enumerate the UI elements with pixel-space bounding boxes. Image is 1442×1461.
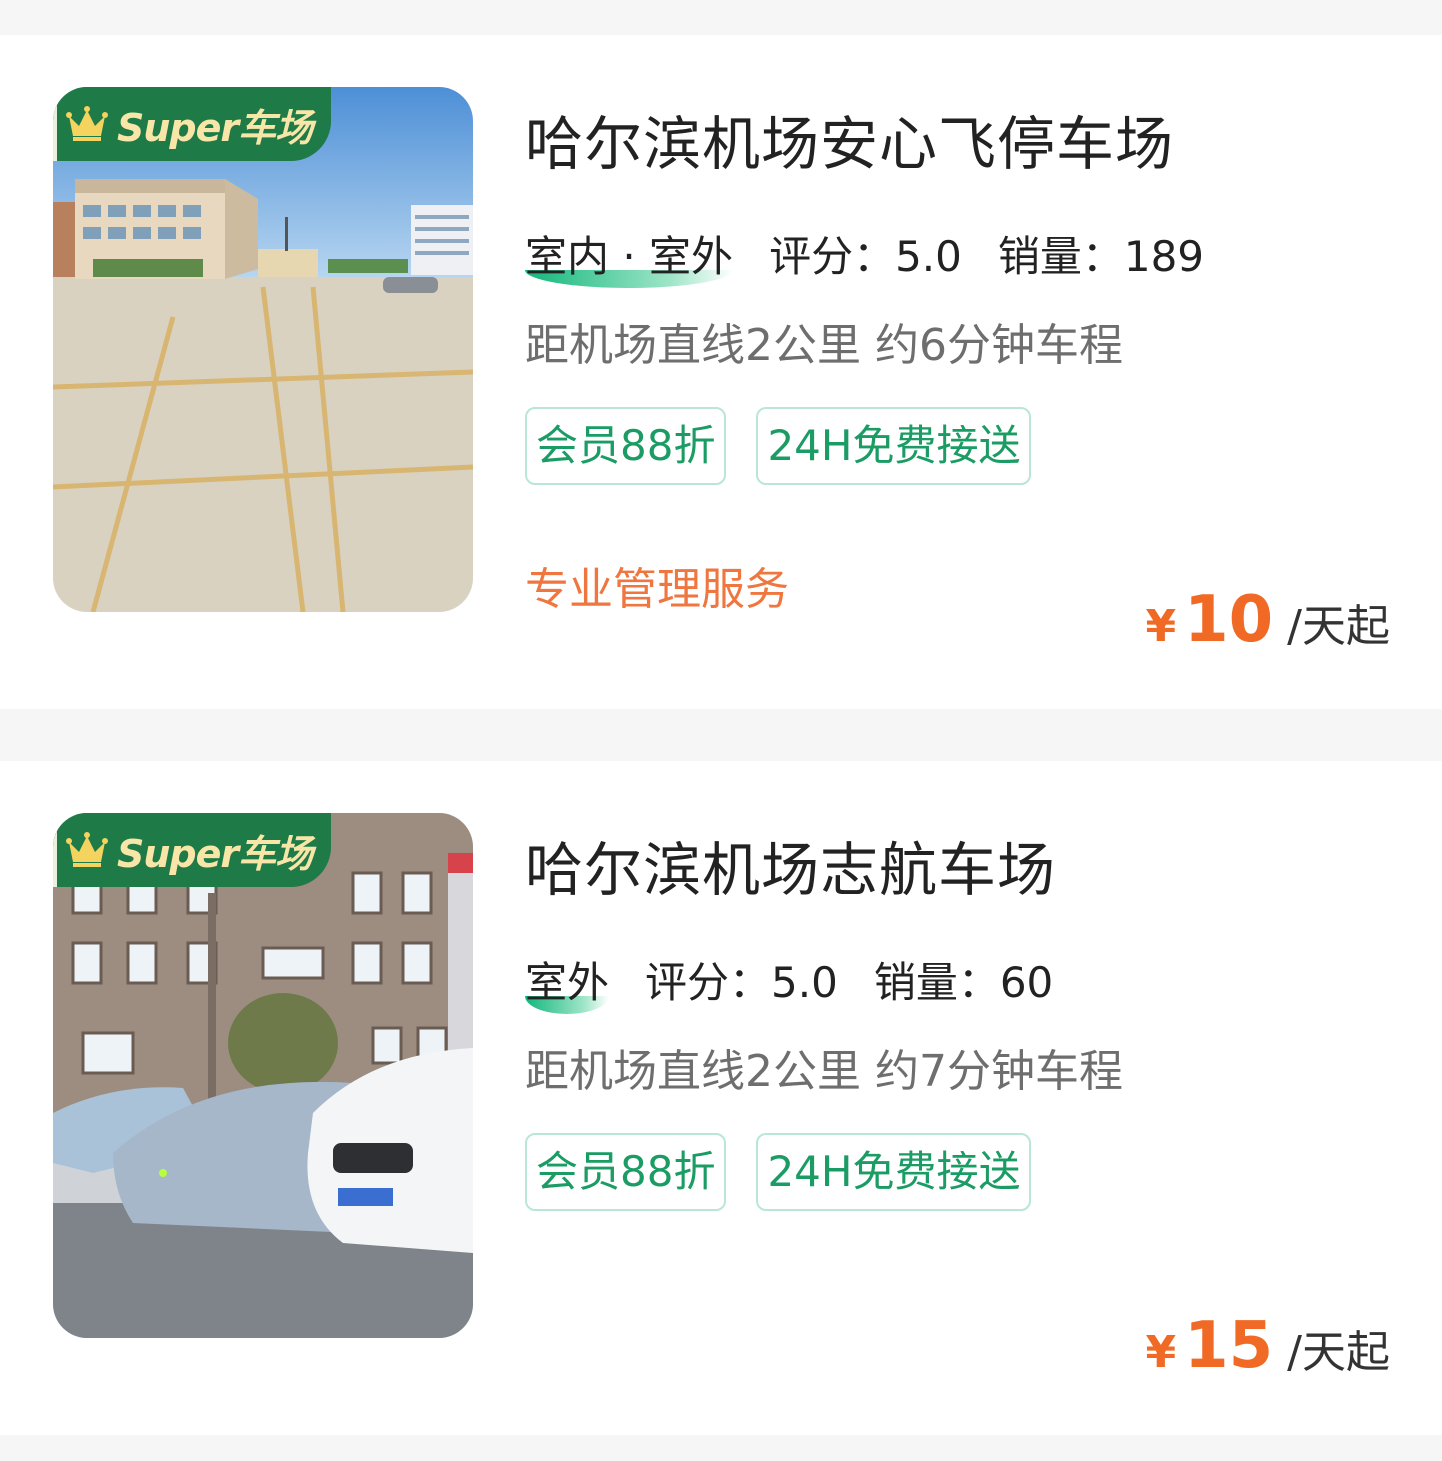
sales-text: 销量：60 [873,958,1054,1007]
rating-text: 评分：5.0 [645,958,838,1007]
parking-type: 室内 · 室外 [525,223,734,288]
badge-label: Super车场 [117,831,313,876]
price-unit: /天起 [1287,1327,1390,1378]
price-currency: ¥ [1145,1327,1177,1378]
price-amount: 15 [1184,1309,1274,1383]
parking-type-label: 室外 [525,958,610,1007]
price: ¥ 15 /天起 [1145,1309,1390,1383]
parking-lot-photo-image [53,87,473,612]
parking-listing-card[interactable]: Super车场 哈尔滨机场安心飞停车场 室内 · 室外 评分：5.0 销量：18… [0,35,1442,709]
price: ¥ 10 /天起 [1145,583,1390,657]
crown-icon [66,832,108,867]
price-amount: 10 [1184,583,1274,657]
parking-name[interactable]: 哈尔滨机场安心飞停车场 [525,97,1174,181]
tag-list: 会员88折 24H免费接送 [525,1133,1032,1211]
price-unit: /天起 [1287,601,1390,652]
service-text: 专业管理服务 [525,564,789,615]
distance-text: 距机场直线2公里 约6分钟车程 [525,320,1123,371]
tag-member-discount: 会员88折 [525,1133,727,1211]
tag-list: 会员88折 24H免费接送 [525,407,1032,485]
parking-lot-photo[interactable]: Super车场 [53,813,473,1338]
parking-lot-photo-image [53,813,473,1338]
crown-icon [66,106,108,141]
sales-text: 销量：189 [997,232,1205,281]
parking-meta: 室外 评分：5.0 销量：60 [525,949,1054,1014]
badge-label: Super车场 [117,105,313,150]
parking-lot-photo[interactable]: Super车场 [53,87,473,612]
rating-text: 评分：5.0 [769,232,962,281]
super-parking-badge: Super车场 [53,813,331,887]
parking-meta: 室内 · 室外 评分：5.0 销量：189 [525,223,1205,288]
parking-type: 室外 [525,949,610,1014]
price-currency: ¥ [1145,601,1177,652]
tag-member-discount: 会员88折 [525,407,727,485]
parking-listing-card[interactable]: Super车场 哈尔滨机场志航车场 室外 评分：5.0 销量：60 距机场直线2… [0,761,1442,1435]
super-parking-badge: Super车场 [53,87,331,161]
tag-shuttle: 24H免费接送 [756,407,1032,485]
tag-shuttle: 24H免费接送 [756,1133,1032,1211]
parking-type-label: 室内 · 室外 [525,232,734,281]
parking-name[interactable]: 哈尔滨机场志航车场 [525,823,1056,907]
distance-text: 距机场直线2公里 约7分钟车程 [525,1046,1123,1097]
